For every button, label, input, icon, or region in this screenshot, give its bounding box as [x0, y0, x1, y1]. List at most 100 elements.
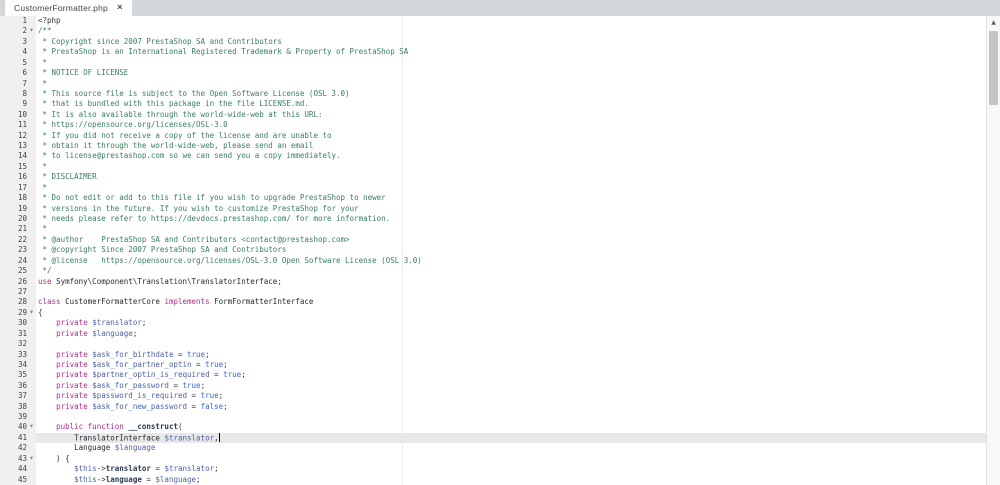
- code-line[interactable]: * It is also available through the world…: [36, 110, 1000, 120]
- code-line[interactable]: * NOTICE OF LICENSE: [36, 68, 1000, 78]
- code-line[interactable]: <?php: [36, 16, 1000, 26]
- token-id: FormFormatterInterface: [214, 297, 314, 307]
- tab-customerformatter-php[interactable]: CustomerFormatter.php ×: [5, 0, 132, 16]
- token-id: CustomerFormatterCore: [65, 297, 160, 307]
- code-line[interactable]: * needs please refer to https://devdocs.…: [36, 214, 1000, 224]
- code-line[interactable]: [36, 287, 1000, 297]
- line-number: 26: [0, 277, 36, 287]
- code-line[interactable]: private $ask_for_partner_optin = true;: [36, 360, 1000, 370]
- code-line[interactable]: * to license@prestashop.com so we can se…: [36, 151, 1000, 161]
- code-line[interactable]: private $partner_optin_is_required = tru…: [36, 370, 1000, 380]
- code-line[interactable]: * https://opensource.org/licenses/OSL-3.…: [36, 120, 1000, 130]
- token-fn: translator: [105, 464, 151, 474]
- code-line[interactable]: * versions in the future. If you wish to…: [36, 204, 1000, 214]
- token-cm: * that is bundled with this package in t…: [38, 99, 309, 109]
- fold-arrow-icon[interactable]: ▼: [27, 453, 36, 463]
- code-line[interactable]: * obtain it through the world-wide-web, …: [36, 141, 1000, 151]
- token-cm: *: [38, 57, 48, 67]
- token-cm: * https://opensource.org/licenses/OSL-3.…: [38, 120, 228, 130]
- line-number: 27: [0, 287, 36, 297]
- line-number-label: 6: [22, 68, 27, 78]
- line-number-label: 3: [22, 36, 27, 46]
- token-pl: =: [173, 349, 188, 359]
- code-line[interactable]: * Copyright since 2007 PrestaShop SA and…: [36, 37, 1000, 47]
- code-line[interactable]: * @author PrestaShop SA and Contributors…: [36, 235, 1000, 245]
- line-number-label: 9: [22, 99, 27, 109]
- scrollbar-up-arrow-icon[interactable]: ▲: [987, 16, 1000, 29]
- line-number-label: 39: [17, 412, 27, 422]
- line-number-label: 29: [17, 307, 27, 317]
- code-line[interactable]: Language $language: [36, 443, 1000, 453]
- line-number: 19: [0, 204, 36, 214]
- code-line[interactable]: private $ask_for_new_password = false;: [36, 402, 1000, 412]
- code-line[interactable]: use Symfony\Component\Translation\Transl…: [36, 277, 1000, 287]
- token-kw: private: [56, 349, 88, 359]
- code-line[interactable]: /**: [36, 26, 1000, 36]
- code-line[interactable]: [36, 412, 1000, 422]
- code-line[interactable]: public function __construct(: [36, 422, 1000, 432]
- code-line[interactable]: * that is bundled with this package in t…: [36, 99, 1000, 109]
- fold-arrow-icon[interactable]: ▼: [27, 26, 36, 36]
- line-number-label: 18: [17, 193, 27, 203]
- token-id: TranslatorInterface: [74, 433, 160, 443]
- token-cm: * @author PrestaShop SA and Contributors…: [38, 234, 350, 244]
- line-number-label: 31: [17, 328, 27, 338]
- code-line[interactable]: class CustomerFormatterCore implements F…: [36, 297, 1000, 307]
- token-vr: $ask_for_password: [92, 380, 169, 390]
- code-line[interactable]: *: [36, 162, 1000, 172]
- code-line[interactable]: * Do not edit or add to this file if you…: [36, 193, 1000, 203]
- code-line[interactable]: * If you did not receive a copy of the l…: [36, 131, 1000, 141]
- fold-arrow-icon[interactable]: ▼: [27, 307, 36, 317]
- token-pl: ;: [223, 359, 228, 369]
- token-pl: ;: [132, 328, 138, 338]
- token-vr: $translator: [164, 464, 215, 474]
- code-editor[interactable]: 1 2 ▼ 3 4 5 6 7 8 9 10 11 12 13 14 15 16 17 18 19 20 21 22 23 24…: [0, 16, 1000, 485]
- code-line[interactable]: private $ask_for_password = true;: [36, 381, 1000, 391]
- code-line[interactable]: */: [36, 266, 1000, 276]
- line-number-label: 27: [17, 286, 27, 296]
- token-ct: true: [187, 349, 206, 359]
- fold-arrow-icon[interactable]: ▼: [27, 422, 36, 432]
- code-line[interactable]: * @copyright Since 2007 PrestaShop SA an…: [36, 245, 1000, 255]
- line-number: 14: [0, 151, 36, 161]
- code-line[interactable]: ) {: [36, 454, 1000, 464]
- code-line[interactable]: *: [36, 79, 1000, 89]
- code-line[interactable]: *: [36, 183, 1000, 193]
- line-number: 44: [0, 464, 36, 474]
- line-number: 34: [0, 360, 36, 370]
- token-kw: implements: [164, 297, 210, 307]
- code-line[interactable]: private $password_is_required = true;: [36, 391, 1000, 401]
- code-line[interactable]: * @license https://opensource.org/licens…: [36, 256, 1000, 266]
- code-line[interactable]: {: [36, 308, 1000, 318]
- token-ct: true: [182, 380, 201, 390]
- code-content[interactable]: <?php/** * Copyright since 2007 PrestaSh…: [36, 16, 1000, 485]
- code-line-active[interactable]: TranslatorInterface $translator,: [36, 432, 1000, 444]
- code-line[interactable]: *: [36, 58, 1000, 68]
- code-line[interactable]: * DISCLAIMER: [36, 172, 1000, 182]
- vertical-scrollbar[interactable]: ▲: [986, 16, 1000, 485]
- code-line[interactable]: private $language;: [36, 329, 1000, 339]
- code-line[interactable]: *: [36, 224, 1000, 234]
- code-line[interactable]: $this->translator = $translator;: [36, 464, 1000, 474]
- code-line[interactable]: * PrestaShop is an International Registe…: [36, 47, 1000, 57]
- code-line[interactable]: * This source file is subject to the Ope…: [36, 89, 1000, 99]
- line-number: 6: [0, 68, 36, 78]
- line-number: 12: [0, 131, 36, 141]
- line-number-label: 24: [17, 255, 27, 265]
- code-line[interactable]: private $ask_for_birthdate = true;: [36, 350, 1000, 360]
- close-icon[interactable]: ×: [117, 3, 123, 13]
- tab-title: CustomerFormatter.php: [14, 3, 108, 13]
- line-number-label: 26: [17, 276, 27, 286]
- code-line[interactable]: private $translator;: [36, 318, 1000, 328]
- code-line[interactable]: [36, 339, 1000, 349]
- code-line[interactable]: $this->language = $language;: [36, 475, 1000, 485]
- token-vr: $language: [155, 474, 197, 484]
- scrollbar-thumb[interactable]: [989, 31, 998, 105]
- line-number: 3: [0, 37, 36, 47]
